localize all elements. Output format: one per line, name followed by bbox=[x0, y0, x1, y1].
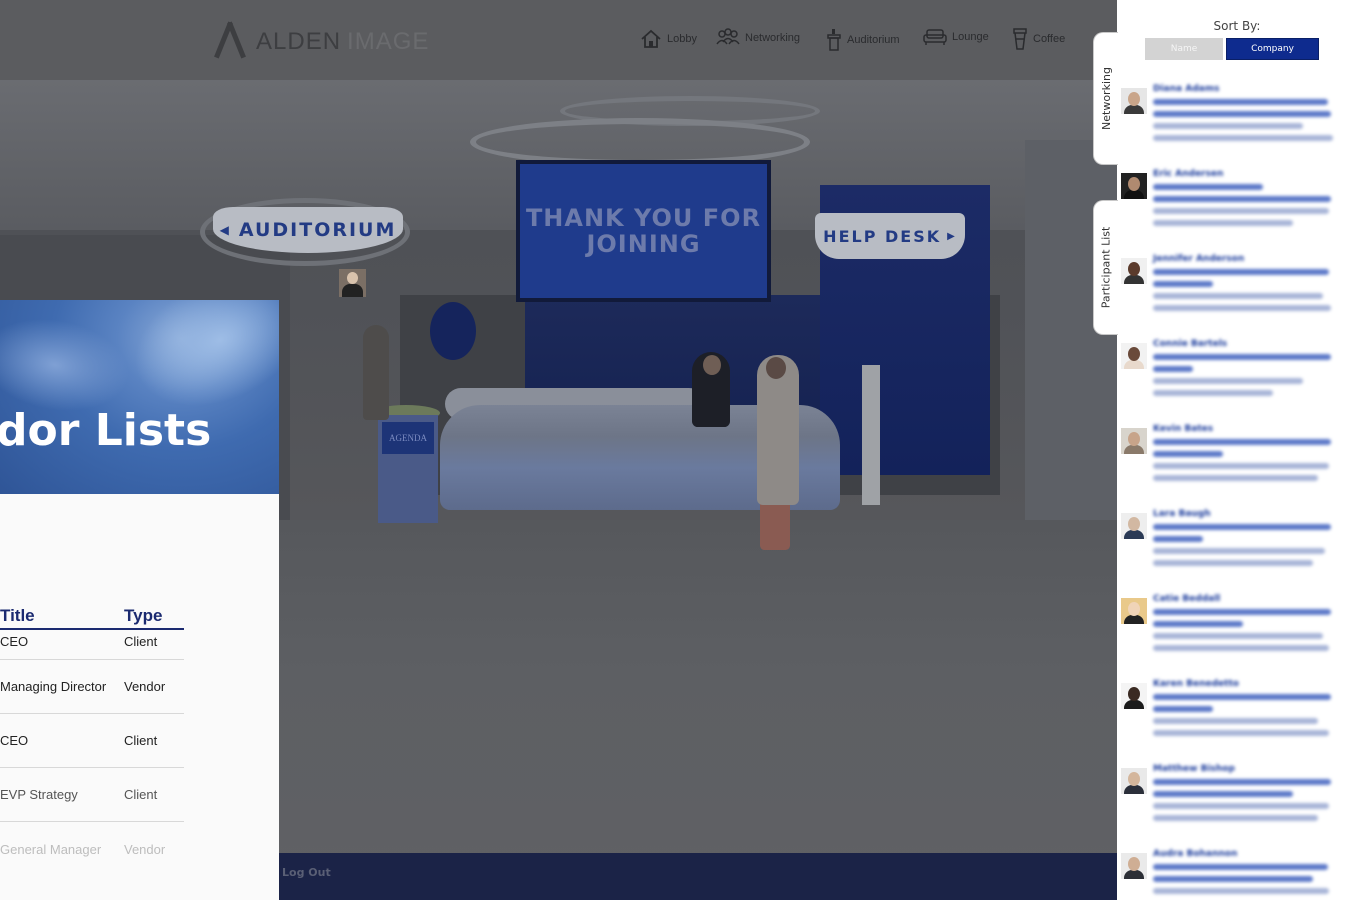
avatar bbox=[1121, 513, 1147, 539]
logo: ALDEN IMAGE bbox=[210, 24, 429, 60]
participant-list: Diana Adams Eric Andersen Jennifer Ander… bbox=[1117, 80, 1345, 900]
list-item[interactable]: Jennifer Anderson bbox=[1117, 250, 1345, 335]
agenda-standee-label[interactable]: AGENDA bbox=[382, 422, 434, 454]
participant-name: Jennifer Anderson bbox=[1153, 254, 1245, 264]
help-desk-sign[interactable]: HELP DESK ▶ bbox=[815, 213, 965, 259]
row-title: EVP Strategy bbox=[0, 787, 78, 802]
chevron-left-icon: ◀ bbox=[219, 223, 231, 237]
nav-auditorium-label: Auditorium bbox=[847, 34, 900, 46]
row-type: Client bbox=[124, 787, 158, 802]
row-title: CEO bbox=[0, 733, 29, 748]
welcome-screen: THANK YOU FOR JOINING bbox=[516, 160, 771, 302]
row-title: Managing Director bbox=[0, 679, 107, 694]
nav-auditorium[interactable]: Auditorium bbox=[826, 28, 900, 52]
sort-by-company-button[interactable]: Company bbox=[1226, 38, 1319, 60]
avatar bbox=[1121, 343, 1147, 369]
logo-text: ALDEN bbox=[256, 28, 342, 55]
cup-icon bbox=[1013, 28, 1027, 50]
avatar bbox=[1121, 88, 1147, 114]
table-row[interactable]: CEO Client bbox=[0, 714, 184, 768]
avatar bbox=[1121, 683, 1147, 709]
top-navigation-bar: ALDEN IMAGE Lobby Networking Auditorium bbox=[0, 0, 1117, 80]
auditorium-sign-label: AUDITORIUM bbox=[238, 219, 397, 241]
nav-networking-label: Networking bbox=[745, 32, 801, 44]
logout-button[interactable]: Log Out bbox=[282, 866, 331, 879]
participant-name: Karen Benedetto bbox=[1153, 679, 1239, 689]
sort-by-name-button[interactable]: Name bbox=[1145, 38, 1223, 60]
participant-name: Connie Bartels bbox=[1153, 339, 1228, 349]
nav-coffee-label: Coffee bbox=[1033, 33, 1066, 45]
auditorium-sign[interactable]: ◀ AUDITORIUM bbox=[213, 207, 403, 253]
chevron-right-icon: ▶ bbox=[947, 230, 957, 242]
avatar bbox=[1121, 598, 1147, 624]
participant-name: Eric Andersen bbox=[1153, 169, 1224, 179]
table-row[interactable]: General Manager Vendor bbox=[0, 822, 184, 876]
wall-emblem bbox=[430, 302, 476, 360]
list-item[interactable]: Audra Bohannon bbox=[1117, 845, 1345, 900]
vendor-list-banner: dor Lists bbox=[0, 300, 279, 494]
help-desk-sign-label: HELP DESK bbox=[823, 226, 942, 246]
person-head bbox=[766, 357, 786, 379]
logo-text-secondary: IMAGE bbox=[347, 28, 430, 55]
sofa-icon bbox=[923, 29, 947, 45]
row-type: Client bbox=[124, 634, 158, 649]
people-icon bbox=[716, 28, 740, 45]
person-head bbox=[703, 355, 721, 375]
column-header-title[interactable]: Title bbox=[0, 606, 124, 628]
table-row[interactable]: Managing Director Vendor bbox=[0, 660, 184, 714]
column-header-type[interactable]: Type bbox=[124, 606, 184, 628]
table-row[interactable]: CEO Client bbox=[0, 630, 184, 660]
nav-lounge-label: Lounge bbox=[952, 31, 989, 43]
participant-name: Diana Adams bbox=[1153, 84, 1220, 94]
bottom-bar: Log Out bbox=[279, 853, 1117, 900]
list-item[interactable]: Lara Baugh bbox=[1117, 505, 1345, 590]
avatar bbox=[1121, 853, 1147, 879]
nav-lobby[interactable]: Lobby bbox=[640, 28, 697, 50]
avatar bbox=[1121, 173, 1147, 199]
list-item[interactable]: Matthew Bishop bbox=[1117, 760, 1345, 845]
podium-icon bbox=[827, 29, 841, 51]
row-type: Vendor bbox=[124, 841, 166, 857]
participant-name: Kevin Bates bbox=[1153, 424, 1214, 434]
avatar[interactable] bbox=[339, 269, 366, 297]
participant-name: Audra Bohannon bbox=[1153, 849, 1238, 859]
vendor-list-title: dor Lists bbox=[0, 405, 212, 456]
list-item[interactable]: Diana Adams bbox=[1117, 80, 1345, 165]
avatar bbox=[1121, 768, 1147, 794]
person-figure bbox=[363, 325, 389, 420]
tab-networking-label: Networking bbox=[1099, 67, 1113, 130]
participant-panel: Sort By: Name Company Diana Adams Eric A… bbox=[1117, 0, 1345, 900]
row-title: General Manager bbox=[0, 841, 102, 857]
participant-name: Matthew Bishop bbox=[1153, 764, 1235, 774]
ceiling-ring bbox=[470, 118, 810, 166]
tab-participant-list[interactable]: Participant List bbox=[1093, 200, 1118, 335]
avatar bbox=[1121, 258, 1147, 284]
vendor-table: Title Type CEO Client Managing Director … bbox=[0, 606, 184, 876]
home-icon bbox=[641, 29, 661, 48]
list-item[interactable]: Catie Beddall bbox=[1117, 590, 1345, 675]
row-type: Client bbox=[124, 733, 158, 748]
nav-lobby-label: Lobby bbox=[667, 33, 697, 45]
table-row[interactable]: EVP Strategy Client bbox=[0, 768, 184, 822]
sort-label: Sort By: bbox=[1213, 19, 1261, 33]
tab-participant-list-label: Participant List bbox=[1099, 226, 1113, 309]
vendor-list-panel: dor Lists Title Type CEO Client Managing… bbox=[0, 300, 279, 900]
participant-name: Catie Beddall bbox=[1153, 594, 1221, 604]
sanitizer-stand bbox=[862, 365, 880, 505]
nav-lounge[interactable]: Lounge bbox=[923, 28, 989, 46]
list-item[interactable]: Connie Bartels bbox=[1117, 335, 1345, 420]
welcome-screen-text: THANK YOU FOR JOINING bbox=[520, 164, 767, 298]
nav-coffee[interactable]: Coffee bbox=[1012, 28, 1065, 50]
nav-networking[interactable]: Networking bbox=[716, 28, 800, 48]
list-item[interactable]: Eric Andersen bbox=[1117, 165, 1345, 250]
list-item[interactable]: Karen Benedetto bbox=[1117, 675, 1345, 760]
table-header: Title Type bbox=[0, 606, 184, 630]
row-title: CEO bbox=[0, 634, 29, 649]
participant-name: Lara Baugh bbox=[1153, 509, 1211, 519]
row-type: Vendor bbox=[124, 679, 166, 694]
tab-networking[interactable]: Networking bbox=[1093, 32, 1118, 165]
list-item[interactable]: Kevin Bates bbox=[1117, 420, 1345, 505]
avatar bbox=[1121, 428, 1147, 454]
logo-mark-icon bbox=[210, 25, 250, 59]
